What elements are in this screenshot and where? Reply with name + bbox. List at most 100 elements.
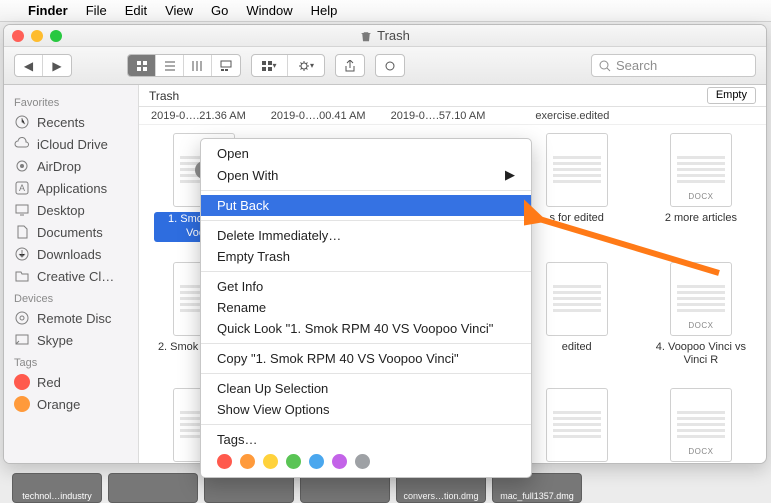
sidebar-item[interactable]: Creative Cl… [4, 265, 138, 287]
column-view-button[interactable] [184, 55, 212, 76]
context-menu-item[interactable]: Quick Look "1. Smok RPM 40 VS Voopoo Vin… [201, 318, 531, 339]
share-button[interactable] [336, 55, 364, 76]
arrange-button[interactable]: ▾ [252, 55, 288, 76]
file-item[interactable]: in I [520, 388, 634, 463]
context-menu-item[interactable]: Get Info [201, 276, 531, 297]
sidebar-item[interactable]: Orange [4, 393, 138, 415]
forward-button[interactable]: ▶ [43, 55, 71, 76]
file-item[interactable]: s for edited [520, 133, 634, 242]
tag-color-swatch[interactable] [263, 454, 278, 469]
app-name[interactable]: Finder [28, 3, 68, 18]
context-menu-label: Clean Up Selection [217, 381, 328, 396]
search-icon [599, 60, 611, 72]
sidebar-item[interactable]: AApplications [4, 177, 138, 199]
sidebar-item-label: Recents [37, 115, 85, 130]
menu-view[interactable]: View [165, 3, 193, 18]
gear-icon [298, 60, 310, 72]
search-field[interactable]: Search [591, 54, 756, 77]
sidebar-header: Devices [4, 287, 138, 307]
columns-icon [192, 60, 204, 72]
tag-color-swatch[interactable] [286, 454, 301, 469]
context-menu-item[interactable]: Tags… [201, 429, 531, 450]
file-item[interactable]: DOCX 4. Voopoo Vinci vs Vinci R [644, 262, 758, 369]
context-menu-item[interactable]: Put Back [201, 195, 531, 216]
action-button[interactable]: ▾ [288, 55, 324, 76]
sidebar-item-label: iCloud Drive [37, 137, 108, 152]
context-menu-item[interactable]: Copy "1. Smok RPM 40 VS Voopoo Vinci" [201, 348, 531, 369]
close-button[interactable] [12, 30, 24, 42]
location-label: Trash [149, 89, 179, 103]
svg-text:A: A [19, 183, 25, 193]
menu-help[interactable]: Help [311, 3, 338, 18]
sidebar-item[interactable]: Downloads [4, 243, 138, 265]
column-header[interactable]: 2019-0….21.36 AM [151, 110, 246, 122]
share-icon [344, 60, 356, 72]
menu-edit[interactable]: Edit [125, 3, 147, 18]
context-menu-item[interactable]: Empty Trash [201, 246, 531, 267]
sidebar-item-label: Downloads [37, 247, 101, 262]
empty-trash-button[interactable]: Empty [707, 87, 756, 104]
context-menu-item[interactable]: Show View Options [201, 399, 531, 420]
traffic-lights [12, 30, 62, 42]
context-menu-label: Quick Look "1. Smok RPM 40 VS Voopoo Vin… [217, 321, 493, 336]
list-view-button[interactable] [156, 55, 184, 76]
sidebar: FavoritesRecentsiCloud DriveAirDropAAppl… [4, 85, 139, 463]
context-menu-label: Rename [217, 300, 266, 315]
column-header[interactable]: 2019-0….57.10 AM [391, 110, 486, 122]
sidebar-item-label: Creative Cl… [37, 269, 114, 284]
context-menu-label: Get Info [217, 279, 263, 294]
file-item[interactable]: edited [520, 262, 634, 369]
gallery-view-button[interactable] [212, 55, 240, 76]
tags-button[interactable] [376, 55, 404, 76]
tag-color-swatch[interactable] [240, 454, 255, 469]
context-menu-label: Copy "1. Smok RPM 40 VS Voopoo Vinci" [217, 351, 459, 366]
view-switcher [127, 54, 241, 77]
context-menu: Open Open With ▶ Put Back Delete Immedia… [200, 138, 532, 478]
sidebar-item[interactable]: AirDrop [4, 155, 138, 177]
tag-color-swatch[interactable] [309, 454, 324, 469]
sidebar-item[interactable]: Recents [4, 111, 138, 133]
sidebar-item[interactable]: Documents [4, 221, 138, 243]
file-thumbnail: DOCX [670, 262, 732, 336]
dock-item[interactable]: technol…industry [12, 473, 102, 503]
column-header-row: 2019-0….21.36 AM 2019-0….00.41 AM 2019-0….… [139, 107, 766, 125]
sidebar-item-label: Remote Disc [37, 311, 111, 326]
tag-color-swatch[interactable] [332, 454, 347, 469]
minimize-button[interactable] [31, 30, 43, 42]
file-thumbnail: DOCX [670, 133, 732, 207]
tag-color-swatch[interactable] [355, 454, 370, 469]
arrange-icon [262, 61, 272, 71]
column-header[interactable]: 2019-0….00.41 AM [271, 110, 366, 122]
zoom-button[interactable] [50, 30, 62, 42]
menu-go[interactable]: Go [211, 3, 228, 18]
arrange-group: ▾ ▾ [251, 54, 325, 77]
share-button-group [335, 54, 365, 77]
context-menu-item[interactable]: Rename [201, 297, 531, 318]
nav-buttons: ◀ ▶ [14, 54, 72, 77]
file-item[interactable]: DOCX 2 more articles [644, 133, 758, 242]
menu-file[interactable]: File [86, 3, 107, 18]
sidebar-item-label: Orange [37, 397, 80, 412]
search-placeholder: Search [616, 58, 657, 73]
column-header[interactable]: exercise.edited [535, 110, 609, 122]
tag-icon [384, 60, 396, 72]
context-menu-item[interactable]: Delete Immediately… [201, 225, 531, 246]
dock-item[interactable] [108, 473, 198, 503]
back-button[interactable]: ◀ [15, 55, 43, 76]
sidebar-item[interactable]: Desktop [4, 199, 138, 221]
path-bar: Trash Empty [139, 85, 766, 107]
context-menu-item[interactable]: Clean Up Selection [201, 378, 531, 399]
file-item[interactable]: DOCX 7 reviewed. Information Age [644, 388, 758, 463]
tag-color-swatch[interactable] [217, 454, 232, 469]
sidebar-item[interactable]: iCloud Drive [4, 133, 138, 155]
menu-window[interactable]: Window [246, 3, 292, 18]
gallery-icon [220, 60, 232, 72]
icon-view-button[interactable] [128, 55, 156, 76]
context-menu-item[interactable]: Open With ▶ [201, 164, 531, 186]
context-menu-label: Put Back [217, 198, 269, 213]
sidebar-item[interactable]: Remote Disc [4, 307, 138, 329]
list-icon [164, 60, 176, 72]
sidebar-item[interactable]: Red [4, 371, 138, 393]
context-menu-item[interactable]: Open [201, 143, 531, 164]
sidebar-item[interactable]: Skype [4, 329, 138, 351]
